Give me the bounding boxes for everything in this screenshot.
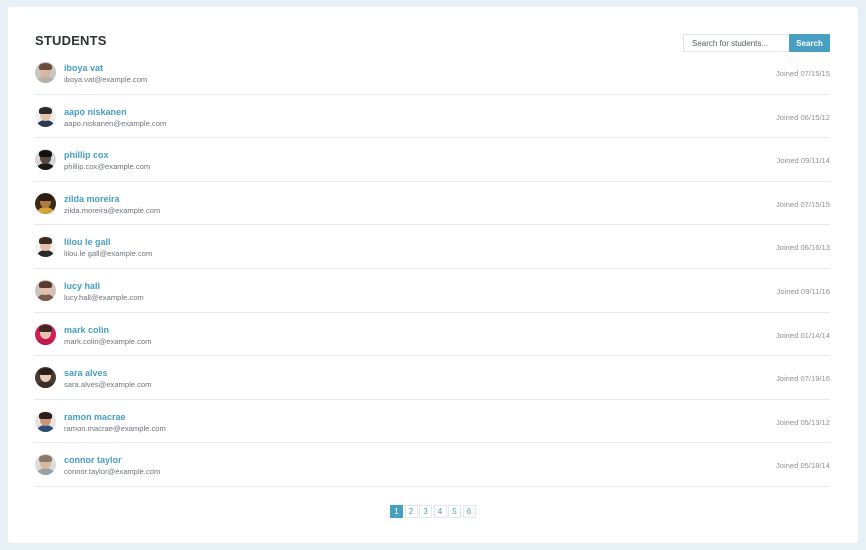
student-name-link[interactable]: sara alves xyxy=(64,368,108,378)
student-email: ramon.macrae@example.com xyxy=(64,423,166,433)
student-name-link[interactable]: iboya vat xyxy=(64,63,103,73)
student-email: iboya.vat@example.com xyxy=(64,75,148,84)
joined-date: Joined 05/13/12 xyxy=(775,417,830,427)
joined-date: Joined 07/15/15 xyxy=(775,199,830,209)
avatar-hair xyxy=(39,411,52,419)
pagination: 123456 xyxy=(390,505,477,518)
student-name-link[interactable]: connor taylor xyxy=(64,455,122,465)
avatar-hair xyxy=(39,63,52,70)
avatar-hair xyxy=(39,193,52,201)
student-email: phillip.cox@example.com xyxy=(64,162,151,172)
avatar[interactable] xyxy=(35,410,56,432)
student-name-link[interactable]: mark colin xyxy=(64,325,109,335)
list-item: mark colin mark.colin@example.com Joined 0… xyxy=(34,313,830,357)
page-link-6[interactable]: 6 xyxy=(462,505,476,518)
avatar-shoulders xyxy=(37,468,54,476)
list-item: lucy hall lucy.hall@example.com Joined 09/… xyxy=(34,269,830,313)
student-email: aapo.niskanen@example.com xyxy=(64,118,167,128)
student-email: sara.alves@example.com xyxy=(64,380,152,390)
student-email: connor.taylor@example.com xyxy=(64,467,161,477)
page-link-2[interactable]: 2 xyxy=(404,505,418,518)
avatar[interactable] xyxy=(35,192,56,214)
joined-date: Joined 01/14/14 xyxy=(775,330,830,340)
student-name-link[interactable]: zilda moreira xyxy=(64,194,120,204)
avatar-hair xyxy=(39,150,52,158)
student-email: mark.colin@example.com xyxy=(64,336,152,346)
list-item: lilou le gall lilou.le gall@example.com Jo… xyxy=(34,225,830,269)
joined-date: Joined 05/18/14 xyxy=(775,461,830,471)
avatar-hair xyxy=(39,106,52,114)
avatar-hair xyxy=(39,280,52,288)
avatar-shoulders xyxy=(37,163,54,171)
student-name-link[interactable]: aapo niskanen xyxy=(64,107,127,117)
student-list: iboya vat iboya.vat@example.com Joined 07/… xyxy=(34,51,830,487)
joined-date: Joined 09/11/16 xyxy=(776,286,830,296)
avatar[interactable] xyxy=(35,323,56,345)
list-item: ramon macrae ramon.macrae@example.com Join… xyxy=(34,400,830,444)
joined-date: Joined 07/15/15 xyxy=(775,69,830,78)
avatar[interactable] xyxy=(35,279,56,301)
list-item: sara alves sara.alves@example.com Joined 0… xyxy=(34,356,830,400)
avatar-shoulders xyxy=(37,381,54,389)
student-name-link[interactable]: lilou le gall xyxy=(64,237,111,247)
avatar[interactable] xyxy=(35,149,56,171)
student-email: zilda.moreira@example.com xyxy=(64,205,161,215)
avatar-shoulders xyxy=(37,76,54,83)
avatar[interactable] xyxy=(35,454,56,476)
list-item: aapo niskanen aapo.niskanen@example.com Jo… xyxy=(34,95,830,139)
student-email: lucy.hall@example.com xyxy=(64,292,144,302)
joined-date: Joined 06/16/13 xyxy=(775,243,830,253)
joined-date: Joined 06/15/12 xyxy=(775,112,830,122)
avatar-shoulders xyxy=(37,119,54,127)
page-link-1[interactable]: 1 xyxy=(390,505,403,518)
avatar-shoulders xyxy=(37,293,54,301)
avatar-hair xyxy=(39,324,52,332)
page-link-3[interactable]: 3 xyxy=(419,505,432,518)
avatar[interactable] xyxy=(35,367,56,389)
joined-date: Joined 07/19/16 xyxy=(775,374,830,384)
list-item: phillip cox phillip.cox@example.com Joined… xyxy=(34,138,830,182)
student-name-link[interactable]: phillip cox xyxy=(64,150,109,160)
student-name-link[interactable]: lucy hall xyxy=(64,281,100,291)
avatar-shoulders xyxy=(37,250,54,258)
avatar-shoulders xyxy=(37,337,54,345)
page-title: STUDENTS xyxy=(35,33,107,48)
search-input[interactable] xyxy=(683,34,789,52)
joined-date: Joined 09/11/14 xyxy=(776,156,830,166)
avatar[interactable] xyxy=(35,62,56,83)
list-item: zilda moreira zilda.moreira@example.com Jo… xyxy=(34,182,830,226)
list-item: connor taylor connor.taylor@example.com Jo… xyxy=(34,443,830,487)
avatar-shoulders xyxy=(37,206,54,214)
avatar-shoulders xyxy=(37,424,54,432)
page-link-4[interactable]: 4 xyxy=(433,505,447,518)
avatar-hair xyxy=(39,237,52,245)
avatar[interactable] xyxy=(35,236,56,258)
students-panel: STUDENTS Search iboya vat iboya.vat@examp… xyxy=(8,7,858,543)
search-button[interactable]: Search xyxy=(789,34,830,52)
list-item: iboya vat iboya.vat@example.com Joined 07/… xyxy=(34,51,830,95)
student-name-link[interactable]: ramon macrae xyxy=(64,412,126,422)
avatar[interactable] xyxy=(35,105,56,127)
student-email: lilou.le gall@example.com xyxy=(64,249,153,259)
page-link-5[interactable]: 5 xyxy=(448,505,461,518)
avatar-hair xyxy=(39,368,52,376)
avatar-hair xyxy=(39,455,52,463)
